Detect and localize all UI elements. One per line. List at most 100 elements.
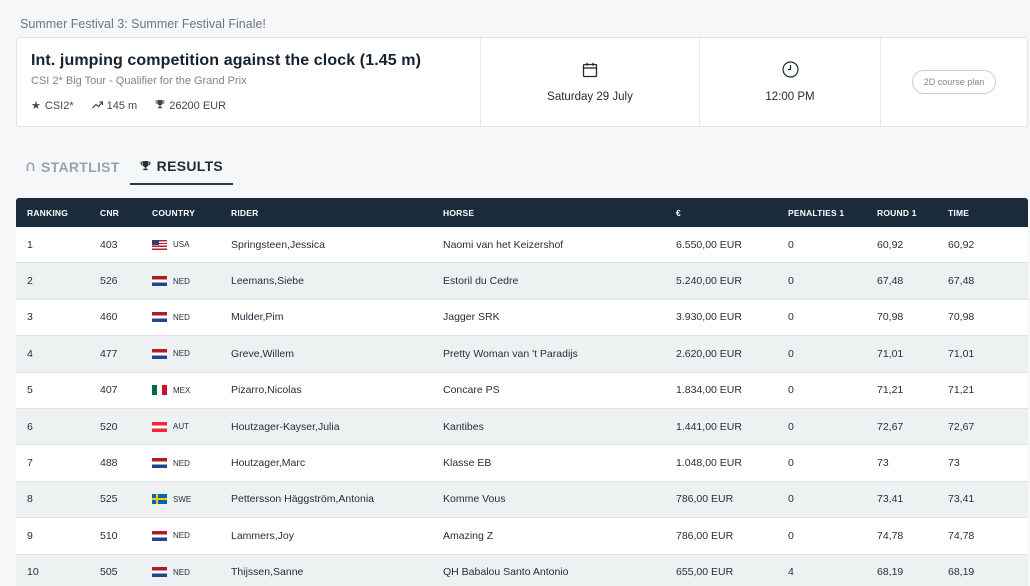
- cell-penalties: 0: [788, 311, 794, 324]
- cell-ranking: 5: [27, 384, 33, 397]
- cell-horse: Kantibes: [443, 420, 484, 433]
- table-row[interactable]: 1 403 USA Springsteen,Jessica Naomi van het …: [16, 227, 1028, 264]
- cell-cnr: 526: [100, 275, 118, 288]
- flag-mex-icon: [152, 385, 167, 396]
- header-country[interactable]: COUNTRY: [152, 208, 231, 218]
- cell-ranking: 4: [27, 347, 33, 360]
- cell-cnr: 510: [100, 529, 118, 542]
- table-row[interactable]: 2 526 NED Leemans,Siebe Estoril du Cedre 5.24…: [16, 263, 1028, 300]
- country-code: NED: [173, 531, 190, 541]
- cell-ranking: 6: [27, 420, 33, 433]
- cell-prize: 2.620,00 EUR: [676, 347, 742, 360]
- cell-horse: Amazing Z: [443, 529, 494, 542]
- header-time[interactable]: TIME: [948, 208, 1028, 218]
- cell-round1: 68,19: [877, 566, 904, 579]
- table-body: 1 403 USA Springsteen,Jessica Naomi van het …: [16, 227, 1028, 586]
- tab-startlist[interactable]: STARTLIST: [16, 152, 130, 185]
- cell-time: 72,67: [948, 420, 975, 433]
- date-cell: Saturday 29 July: [481, 38, 700, 126]
- header-round1[interactable]: ROUND 1: [877, 208, 948, 218]
- cell-penalties: 0: [788, 384, 794, 397]
- country-code: NED: [173, 312, 190, 322]
- competition-title: Int. jumping competition against the clo…: [31, 52, 422, 69]
- cell-rider: Houtzager-Kayser,Julia: [231, 420, 340, 433]
- cell-penalties: 0: [788, 493, 794, 506]
- table-row[interactable]: 6 520 AUT Houtzager-Kayser,Julia Kantibes 1.4…: [16, 408, 1028, 446]
- flag-ned-icon: [152, 276, 167, 287]
- cell-country: AUT: [152, 421, 231, 432]
- cell-prize: 6.550,00 EUR: [676, 238, 742, 251]
- table-row[interactable]: 4 477 NED Greve,Willem Pretty Woman van 't P…: [16, 336, 1028, 373]
- cell-horse: Jagger SRK: [443, 311, 500, 324]
- cell-prize: 786,00 EUR: [676, 529, 734, 542]
- flag-ned-icon: [152, 348, 167, 359]
- table-row[interactable]: 9 510 NED Lammers,Joy Amazing Z 786,00 EUR 0 74…: [16, 518, 1028, 555]
- cell-round1: 67,48: [877, 275, 904, 288]
- cell-round1: 73,41: [877, 493, 904, 506]
- cell-rider: Pizarro,Nicolas: [231, 384, 302, 397]
- flag-usa-icon: [152, 239, 167, 250]
- event-title: Summer Festival 3: Summer Festival Final…: [20, 17, 266, 31]
- cell-cnr: 520: [100, 420, 118, 433]
- flag-ned-icon: [152, 567, 167, 578]
- height-item: 145 m: [91, 100, 137, 112]
- cell-prize: 655,00 EUR: [676, 566, 734, 579]
- table-row[interactable]: 3 460 NED Mulder,Pim Jagger SRK 3.930,00 EUR 0…: [16, 299, 1028, 337]
- country-code: NED: [173, 567, 190, 577]
- table-row[interactable]: 8 525 SWE Pettersson Häggström,Antonia Komme…: [16, 481, 1028, 519]
- flag-ned-icon: [152, 530, 167, 541]
- header-penalties[interactable]: PENALTIES 1: [788, 208, 877, 218]
- cell-prize: 786,00 EUR: [676, 493, 734, 506]
- cell-prize: 1.048,00 EUR: [676, 457, 742, 470]
- cell-country: NED: [152, 348, 231, 359]
- course-plan-button[interactable]: 2D course plan: [911, 70, 997, 94]
- country-code: NED: [173, 276, 190, 286]
- tab-results[interactable]: RESULTS: [129, 152, 234, 185]
- cell-round1: 60,92: [877, 238, 904, 251]
- table-row[interactable]: 7 488 NED Houtzager,Marc Klasse EB 1.048,00 E…: [16, 445, 1028, 482]
- cell-rider: Lammers,Joy: [231, 529, 295, 542]
- cell-ranking: 2: [27, 275, 33, 288]
- flag-swe-icon: [152, 494, 167, 505]
- cell-cnr: 505: [100, 566, 118, 579]
- trophy-icon: [155, 99, 165, 112]
- cell-penalties: 0: [788, 420, 794, 433]
- header-rider[interactable]: RIDER: [231, 208, 443, 218]
- cell-country: NED: [152, 567, 231, 578]
- cell-time: 73,41: [948, 493, 975, 506]
- cell-horse: Klasse EB: [443, 457, 492, 470]
- level-label: CSI2*: [44, 99, 74, 112]
- cell-penalties: 0: [788, 238, 794, 251]
- trophy-icon: [140, 158, 151, 174]
- cell-horse: Naomi van het Keizershof: [443, 238, 564, 251]
- header-cnr[interactable]: CNR: [100, 208, 152, 218]
- cell-time: 71,21: [948, 384, 975, 397]
- cell-country: NED: [152, 312, 231, 323]
- competition-time: 12:00 PM: [765, 91, 815, 103]
- cell-cnr: 488: [100, 457, 118, 470]
- table-row[interactable]: 10 505 NED Thijssen,Sanne QH Babalou Santo A…: [16, 554, 1028, 586]
- time-cell: 12:00 PM: [700, 38, 881, 126]
- competition-date: Saturday 29 July: [547, 90, 633, 103]
- cell-cnr: 460: [100, 311, 118, 324]
- cell-horse: Pretty Woman van 't Paradijs: [443, 347, 578, 360]
- cell-time: 73: [948, 457, 960, 470]
- country-code: NED: [173, 349, 190, 359]
- cell-penalties: 0: [788, 529, 794, 542]
- cell-horse: Komme Vous: [443, 493, 506, 506]
- table-row[interactable]: 5 407 MEX Pizarro,Nicolas Concare PS 1.834,00…: [16, 372, 1028, 409]
- prize-label: 26200 EUR: [169, 99, 227, 112]
- trend-icon: [91, 100, 103, 112]
- cell-rider: Mulder,Pim: [231, 311, 284, 324]
- cell-horse: QH Babalou Santo Antonio: [443, 566, 569, 579]
- country-code: MEX: [173, 385, 191, 395]
- header-ranking[interactable]: RANKING: [16, 208, 100, 218]
- cell-country: NED: [152, 458, 231, 469]
- header-horse[interactable]: HORSE: [443, 208, 676, 218]
- cell-rider: Springsteen,Jessica: [231, 238, 325, 251]
- cell-ranking: 3: [27, 311, 33, 324]
- cell-round1: 72,67: [877, 420, 904, 433]
- cell-round1: 70,98: [877, 311, 904, 324]
- header-prize[interactable]: €: [676, 208, 788, 218]
- horseshoe-icon: [26, 159, 35, 175]
